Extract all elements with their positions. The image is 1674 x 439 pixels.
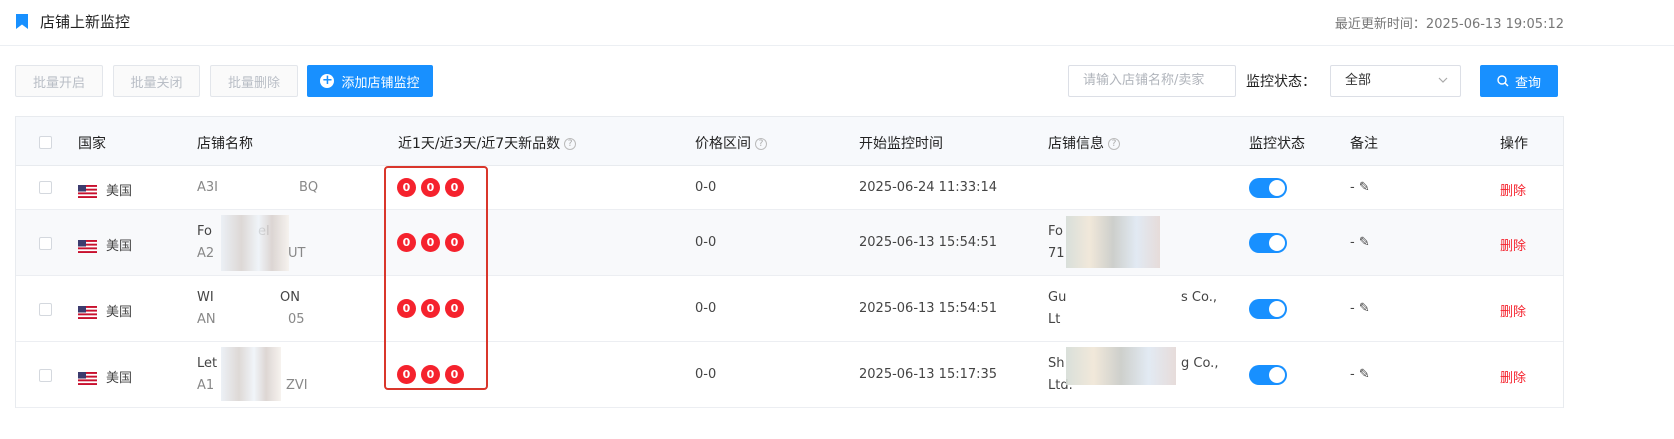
shop-info-cell: 71 <box>1048 246 1065 261</box>
shop-info-cell: g Co., <box>1181 356 1219 371</box>
col-start-time: 开始监控时间 <box>859 136 943 152</box>
table-header: 国家 店铺名称 近1天/近3天/近7天新品数? 价格区间? 开始监控时间 店铺信… <box>16 117 1563 166</box>
delete-link[interactable]: 删除 <box>1500 180 1526 199</box>
row-checkbox[interactable] <box>39 237 52 250</box>
us-flag-icon <box>78 306 97 319</box>
help-icon[interactable]: ? <box>1108 138 1120 150</box>
last-updated: 最近更新时间：2025-06-13 19:05:12 <box>1334 17 1564 32</box>
shop-info-cell: Lt <box>1048 312 1061 327</box>
monitor-status-select[interactable]: 全部 <box>1330 65 1461 97</box>
country-cell: 美国 <box>78 367 132 386</box>
delete-link[interactable]: 删除 <box>1500 367 1526 386</box>
page-header: 店铺上新监控 最近更新时间：2025-06-13 19:05:12 <box>0 0 1674 46</box>
country-cell: 美国 <box>78 301 132 320</box>
price-range-cell: 0-0 <box>695 180 717 195</box>
delete-link[interactable]: 删除 <box>1500 235 1526 254</box>
redacted-area <box>221 347 281 401</box>
redacted-area <box>1066 347 1176 385</box>
batch-delete-button[interactable]: 批量删除 <box>210 65 298 97</box>
row-checkbox[interactable] <box>39 369 52 382</box>
shop-name-cell: ON <box>280 290 300 305</box>
col-remark: 备注 <box>1350 136 1378 152</box>
remark-cell: - ✎ <box>1350 235 1370 250</box>
batch-close-button[interactable]: 批量关闭 <box>113 65 200 97</box>
shop-id-cell: UT <box>288 246 306 261</box>
highlight-box <box>384 166 488 390</box>
plus-icon: + <box>320 73 335 88</box>
edit-icon[interactable]: ✎ <box>1359 180 1370 195</box>
remark-cell: - ✎ <box>1350 180 1370 195</box>
monitor-toggle[interactable] <box>1249 178 1287 198</box>
shop-info-cell: Fo <box>1048 224 1063 239</box>
start-time-cell: 2025-06-13 15:17:35 <box>859 367 998 382</box>
row-checkbox[interactable] <box>39 303 52 316</box>
shop-id-cell: A2 <box>197 246 215 261</box>
table-row: 美国 Let A1 ZVI 000 0-0 2025-06-13 15:17:3… <box>16 342 1563 408</box>
page-title: 店铺上新监控 <box>40 13 131 31</box>
start-time-cell: 2025-06-13 15:54:51 <box>859 301 998 316</box>
delete-link[interactable]: 删除 <box>1500 301 1526 320</box>
price-range-cell: 0-0 <box>695 301 717 316</box>
row-checkbox[interactable] <box>39 181 52 194</box>
monitor-toggle[interactable] <box>1249 299 1287 319</box>
help-icon[interactable]: ? <box>564 138 577 150</box>
shop-monitor-table: 国家 店铺名称 近1天/近3天/近7天新品数? 价格区间? 开始监控时间 店铺信… <box>15 116 1564 408</box>
redacted-area <box>1066 216 1160 268</box>
us-flag-icon <box>78 240 97 253</box>
col-country: 国家 <box>78 136 106 152</box>
col-shop-info: 店铺信息? <box>1048 133 1120 153</box>
col-price-range: 价格区间? <box>695 133 767 153</box>
table-row: 美国 WI ON AN 05 000 0-0 2025-06-13 15:54:… <box>16 276 1563 342</box>
shop-id-cell: A1 <box>197 378 215 393</box>
col-new-counts: 近1天/近3天/近7天新品数? <box>398 133 577 153</box>
shop-name-cell: A3I <box>197 180 218 195</box>
redacted-area <box>221 215 289 271</box>
shop-id-cell: ZVI <box>286 378 308 393</box>
country-cell: 美国 <box>78 180 132 199</box>
us-flag-icon <box>78 372 97 385</box>
table-row: 美国 A3I BQ 000 0-0 2025-06-24 11:33:14 - … <box>16 166 1563 210</box>
table-row: 美国 Fo el A2 UT 000 0-0 2025-06-13 15:54:… <box>16 210 1563 276</box>
monitor-toggle[interactable] <box>1249 365 1287 385</box>
help-icon[interactable]: ? <box>755 138 767 150</box>
price-range-cell: 0-0 <box>695 367 717 382</box>
shop-info-cell: Gu <box>1048 290 1067 305</box>
shop-id-cell: 05 <box>288 312 305 327</box>
search-input[interactable]: 请输入店铺名称/卖家 <box>1068 65 1236 97</box>
us-flag-icon <box>78 185 97 198</box>
shop-info-cell: s Co., <box>1181 290 1217 305</box>
add-shop-monitor-button[interactable]: + 添加店铺监控 <box>307 65 433 97</box>
select-all-checkbox[interactable] <box>39 136 52 149</box>
start-time-cell: 2025-06-13 15:54:51 <box>859 235 998 250</box>
country-cell: 美国 <box>78 235 132 254</box>
col-monitor-status: 监控状态 <box>1249 136 1305 152</box>
monitor-toggle[interactable] <box>1249 233 1287 253</box>
edit-icon[interactable]: ✎ <box>1359 367 1370 382</box>
batch-open-button[interactable]: 批量开启 <box>15 65 103 97</box>
price-range-cell: 0-0 <box>695 235 717 250</box>
monitor-status-label: 监控状态： <box>1246 74 1316 90</box>
shop-name-cell: WI <box>197 290 214 305</box>
bookmark-icon <box>16 14 28 29</box>
remark-cell: - ✎ <box>1350 367 1370 382</box>
remark-cell: - ✎ <box>1350 301 1370 316</box>
chevron-down-icon <box>1438 77 1448 83</box>
shop-id-cell: AN <box>197 312 216 327</box>
search-icon <box>1497 75 1509 87</box>
shop-name-cell: Fo <box>197 224 212 239</box>
edit-icon[interactable]: ✎ <box>1359 301 1370 316</box>
query-button[interactable]: 查询 <box>1480 65 1558 97</box>
col-action: 操作 <box>1500 136 1528 152</box>
shop-name-cell: BQ <box>299 180 319 195</box>
shop-name-cell: Let <box>197 356 218 371</box>
col-shop-name: 店铺名称 <box>197 136 253 152</box>
start-time-cell: 2025-06-24 11:33:14 <box>859 180 998 195</box>
shop-info-cell: Sh <box>1048 356 1065 371</box>
edit-icon[interactable]: ✎ <box>1359 235 1370 250</box>
